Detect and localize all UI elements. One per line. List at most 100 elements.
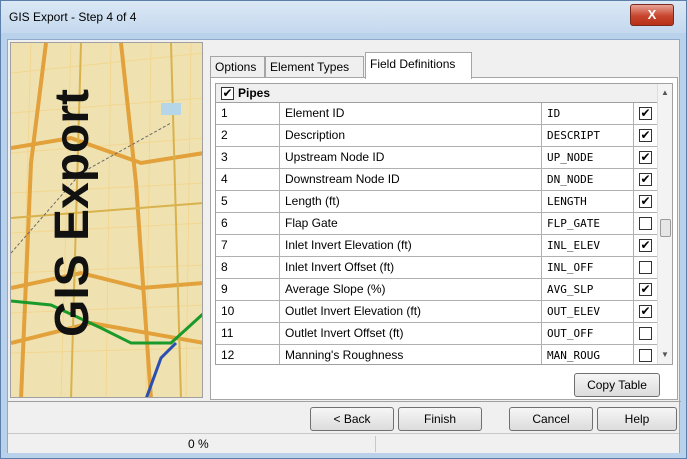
check-icon: ✔ xyxy=(640,304,651,318)
table-row[interactable]: 1 Element ID ID ✔ xyxy=(216,103,657,125)
check-icon: ✔ xyxy=(640,106,651,120)
row-field-label: Average Slope (%) xyxy=(280,279,542,300)
help-button[interactable]: Help xyxy=(597,407,677,431)
status-separator xyxy=(375,436,376,452)
finish-button[interactable]: Finish xyxy=(398,407,482,431)
row-field-label: Inlet Invert Elevation (ft) xyxy=(280,235,542,256)
group-checkbox-pipes[interactable]: ✔ xyxy=(221,87,234,100)
row-number: 3 xyxy=(216,147,280,168)
check-icon: ✔ xyxy=(640,282,651,296)
dialog-body: GIS Export Options Element Types Field D… xyxy=(7,39,681,453)
row-field-name-cell[interactable]: DN_NODE xyxy=(542,169,634,190)
check-icon: ✔ xyxy=(222,86,233,100)
table-row[interactable]: 11 Outlet Invert Offset (ft) OUT_OFF xyxy=(216,323,657,345)
row-number: 9 xyxy=(216,279,280,300)
help-label: Help xyxy=(624,412,650,426)
table-row[interactable]: 9 Average Slope (%) AVG_SLP ✔ xyxy=(216,279,657,301)
row-export-checkbox[interactable]: ✔ xyxy=(639,239,652,252)
grid-vertical-scrollbar[interactable]: ▲ ▼ xyxy=(657,84,672,364)
status-bar: 0 % xyxy=(8,433,679,453)
copy-table-button[interactable]: Copy Table xyxy=(574,373,660,397)
row-field-name-cell[interactable]: INL_ELEV xyxy=(542,235,634,256)
table-row[interactable]: 3 Upstream Node ID UP_NODE ✔ xyxy=(216,147,657,169)
close-button[interactable]: X xyxy=(630,4,674,26)
scroll-thumb[interactable] xyxy=(660,219,671,237)
group-header-pipes[interactable]: ✔ Pipes xyxy=(216,84,657,103)
row-field-label: Outlet Invert Offset (ft) xyxy=(280,323,542,344)
dialog-window: GIS Export - Step 4 of 4 X GIS Export Op… xyxy=(0,0,687,459)
row-export-checkbox[interactable] xyxy=(639,217,652,230)
row-export-cell: ✔ xyxy=(634,191,657,212)
cancel-button[interactable]: Cancel xyxy=(509,407,593,431)
tab-field-definitions[interactable]: Field Definitions xyxy=(365,52,472,79)
check-icon: ✔ xyxy=(640,238,651,252)
row-field-name-cell[interactable]: FLP_GATE xyxy=(542,213,634,234)
back-button[interactable]: < Back xyxy=(310,407,394,431)
row-number: 2 xyxy=(216,125,280,146)
cancel-label: Cancel xyxy=(532,412,570,426)
back-label: < Back xyxy=(333,412,371,426)
row-field-label: Flap Gate xyxy=(280,213,542,234)
row-export-cell: ✔ xyxy=(634,103,657,124)
table-row[interactable]: 8 Inlet Invert Offset (ft) INL_OFF xyxy=(216,257,657,279)
row-export-checkbox[interactable]: ✔ xyxy=(639,173,652,186)
image-title-label: GIS Export xyxy=(46,88,99,337)
tab-options[interactable]: Options xyxy=(210,56,265,78)
row-export-checkbox[interactable]: ✔ xyxy=(639,129,652,142)
row-field-name-cell[interactable]: UP_NODE xyxy=(542,147,634,168)
row-number: 10 xyxy=(216,301,280,322)
row-export-checkbox[interactable]: ✔ xyxy=(639,107,652,120)
row-export-cell xyxy=(634,345,657,364)
row-export-checkbox[interactable]: ✔ xyxy=(639,151,652,164)
row-export-checkbox[interactable]: ✔ xyxy=(639,283,652,296)
row-field-name-cell[interactable]: LENGTH xyxy=(542,191,634,212)
row-export-cell: ✔ xyxy=(634,235,657,256)
table-row[interactable]: 10 Outlet Invert Elevation (ft) OUT_ELEV ✔ xyxy=(216,301,657,323)
table-row[interactable]: 6 Flap Gate FLP_GATE xyxy=(216,213,657,235)
row-number: 7 xyxy=(216,235,280,256)
row-field-label: Upstream Node ID xyxy=(280,147,542,168)
row-field-label: Outlet Invert Elevation (ft) xyxy=(280,301,542,322)
table-row[interactable]: 7 Inlet Invert Elevation (ft) INL_ELEV ✔ xyxy=(216,235,657,257)
window-title: GIS Export - Step 4 of 4 xyxy=(9,10,137,24)
row-field-name-cell[interactable]: OUT_OFF xyxy=(542,323,634,344)
table-row[interactable]: 4 Downstream Node ID DN_NODE ✔ xyxy=(216,169,657,191)
tab-element-types-label: Element Types xyxy=(270,60,350,74)
group-label-pipes: Pipes xyxy=(238,86,271,100)
map-illustration xyxy=(11,43,202,397)
title-bar[interactable]: GIS Export - Step 4 of 4 X xyxy=(1,1,686,33)
wizard-map-image: GIS Export xyxy=(10,42,203,398)
table-row[interactable]: 2 Description DESCRIPT ✔ xyxy=(216,125,657,147)
tab-element-types[interactable]: Element Types xyxy=(265,56,364,78)
row-export-checkbox[interactable] xyxy=(639,327,652,340)
row-export-checkbox[interactable]: ✔ xyxy=(639,195,652,208)
row-field-name-cell[interactable]: INL_OFF xyxy=(542,257,634,278)
row-export-checkbox[interactable] xyxy=(639,349,652,362)
row-field-name-cell[interactable]: OUT_ELEV xyxy=(542,301,634,322)
scroll-down-icon[interactable]: ▼ xyxy=(661,350,669,359)
row-field-label: Manning's Roughness xyxy=(280,345,542,364)
row-field-name-cell[interactable]: ID xyxy=(542,103,634,124)
field-definitions-page: ✔ Pipes 1 Element ID ID ✔ 2 Description DESCRI… xyxy=(210,77,678,400)
row-number: 1 xyxy=(216,103,280,124)
row-field-label: Length (ft) xyxy=(280,191,542,212)
progress-status: 0 % xyxy=(188,437,209,451)
table-row[interactable]: 12 Manning's Roughness MAN_ROUG xyxy=(216,345,657,364)
scroll-up-icon[interactable]: ▲ xyxy=(661,88,669,97)
divider xyxy=(8,401,681,402)
table-row[interactable]: 5 Length (ft) LENGTH ✔ xyxy=(216,191,657,213)
finish-label: Finish xyxy=(423,412,456,426)
row-field-name-cell[interactable]: DESCRIPT xyxy=(542,125,634,146)
row-field-name-cell[interactable]: AVG_SLP xyxy=(542,279,634,300)
row-export-checkbox[interactable]: ✔ xyxy=(639,305,652,318)
check-icon: ✔ xyxy=(640,172,651,186)
row-field-name-cell[interactable]: MAN_ROUG xyxy=(542,345,634,364)
row-export-cell xyxy=(634,213,657,234)
row-field-label: Inlet Invert Offset (ft) xyxy=(280,257,542,278)
check-icon: ✔ xyxy=(640,150,651,164)
close-icon: X xyxy=(647,7,657,22)
row-number: 11 xyxy=(216,323,280,344)
tab-field-definitions-label: Field Definitions xyxy=(370,57,456,71)
tab-options-label: Options xyxy=(215,60,257,74)
row-export-checkbox[interactable] xyxy=(639,261,652,274)
